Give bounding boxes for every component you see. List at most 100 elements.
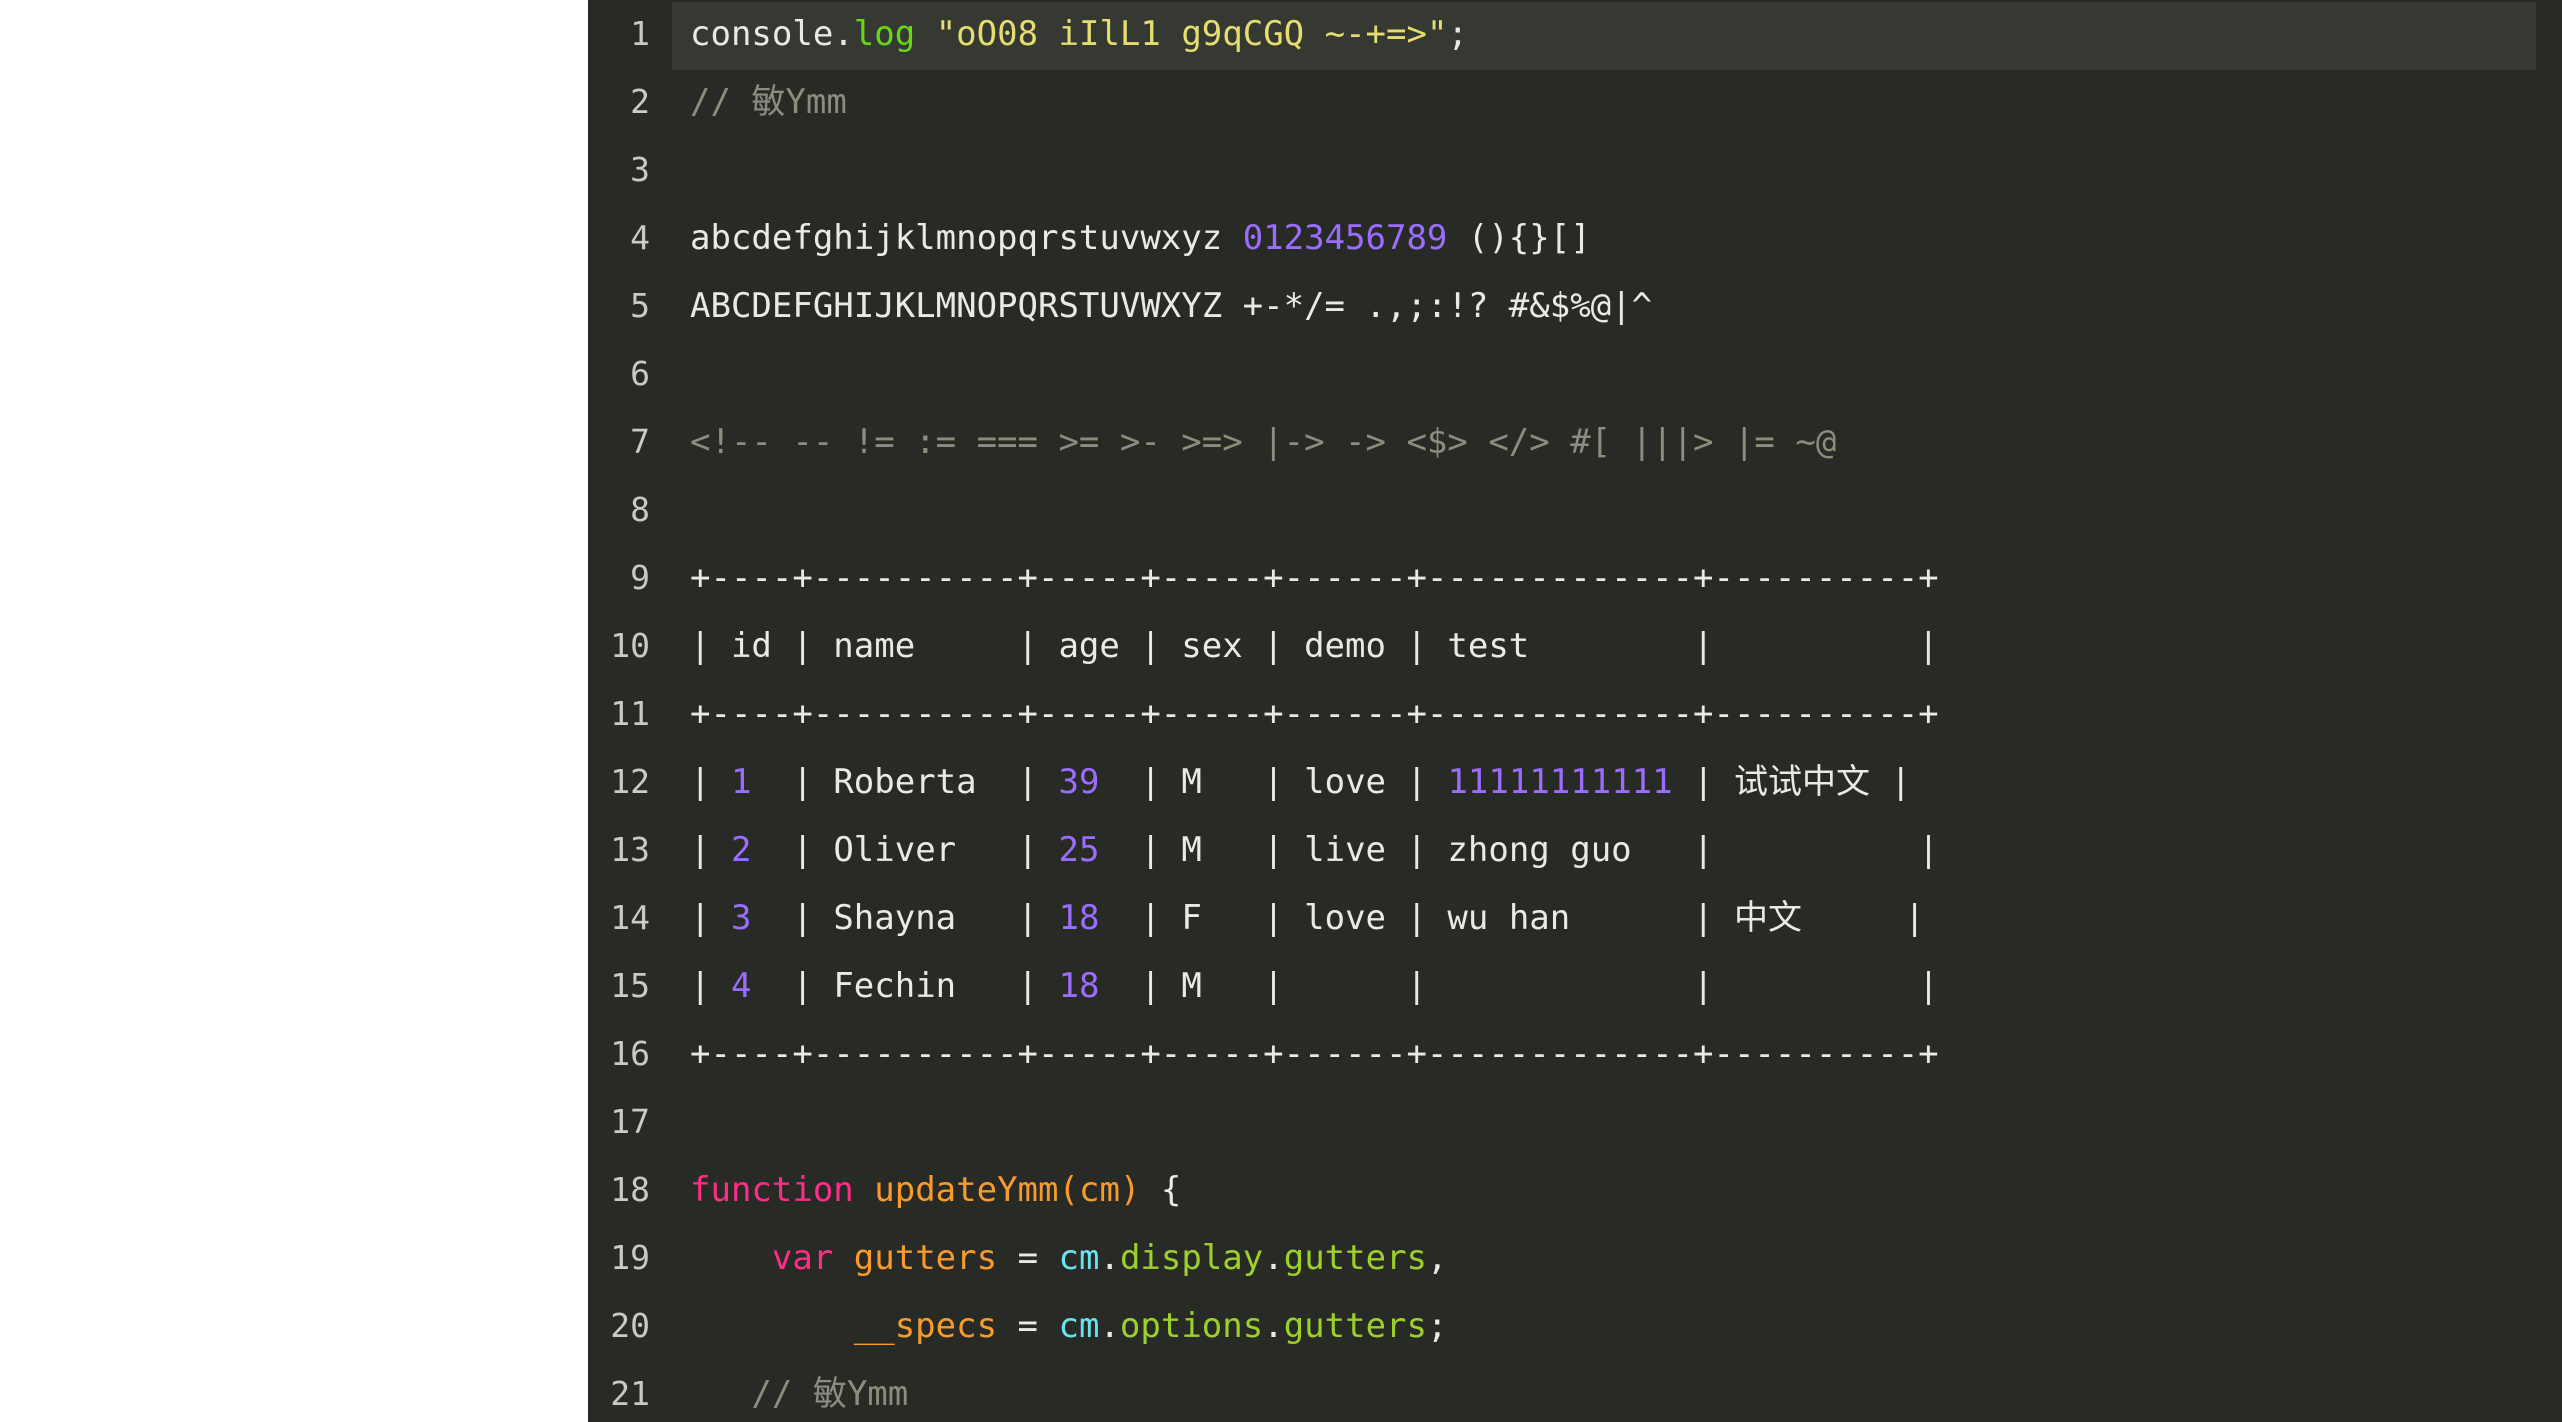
line-number[interactable]: 19	[588, 1224, 650, 1292]
code-line[interactable]: 19 var gutters = cm.display.gutters,	[588, 1224, 2562, 1292]
code-token: display	[1119, 1238, 1264, 1278]
code-token: gutters	[1283, 1238, 1428, 1278]
code-line[interactable]: 5 ABCDEFGHIJKLMNOPQRSTUVWXYZ +-*/= .,;:!?…	[588, 272, 2562, 340]
code-token: | M | | | |	[1099, 966, 1939, 1006]
code-token: 敏	[751, 82, 786, 122]
code-line[interactable]: 4 abcdefghijklmnopqrstuvwxyz 0123456789 (…	[588, 204, 2562, 272]
code-token: .	[1263, 1306, 1284, 1346]
code-line-content[interactable]: | 1 | Roberta | 39 | M | love | 11111111…	[690, 748, 1911, 816]
line-number[interactable]: 17	[588, 1088, 650, 1156]
line-number[interactable]: 3	[588, 136, 650, 204]
code-line[interactable]: 17	[588, 1088, 2562, 1156]
code-line[interactable]: 15 | 4 | Fechin | 18 | M | | | |	[588, 952, 2562, 1020]
code-line-content[interactable]: +----+----------+-----+-----+------+----…	[690, 680, 1939, 748]
code-line-content[interactable]: ABCDEFGHIJKLMNOPQRSTUVWXYZ +-*/= .,;:!? …	[690, 272, 1652, 340]
line-number[interactable]: 15	[588, 952, 650, 1020]
code-line[interactable]: 3	[588, 136, 2562, 204]
code-token: updateYmm	[874, 1170, 1059, 1210]
line-number[interactable]: 2	[588, 68, 650, 136]
code-token: ,	[1427, 1238, 1448, 1278]
code-line[interactable]: 6	[588, 340, 2562, 408]
code-token: var	[771, 1238, 834, 1278]
line-number[interactable]: 11	[588, 680, 650, 748]
code-token: "oO08 iIlL1 g9qCGQ ~-+=>"	[935, 14, 1448, 54]
code-line[interactable]: 7 <!-- -- != := === >= >- >=> |-> -> <$> …	[588, 408, 2562, 476]
code-editor[interactable]: 1 console.log "oO08 iIlL1 g9qCGQ ~-+=>"; 2…	[588, 0, 2562, 1422]
line-number[interactable]: 14	[588, 884, 650, 952]
code-line[interactable]: 10 | id | name | age | sex | demo | test …	[588, 612, 2562, 680]
code-line[interactable]: 16 +----+----------+-----+-----+------+--…	[588, 1020, 2562, 1088]
page-root: 1 console.log "oO08 iIlL1 g9qCGQ ~-+=>"; 2…	[0, 0, 2562, 1422]
code-line[interactable]: 12 | 1 | Roberta | 39 | M | love | 111111…	[588, 748, 2562, 816]
code-line-content[interactable]: var gutters = cm.display.gutters,	[690, 1224, 1448, 1292]
code-token: //	[690, 82, 752, 122]
code-token: | M | love |	[1099, 762, 1448, 802]
line-number[interactable]: 10	[588, 612, 650, 680]
code-token: Ymm	[785, 82, 847, 122]
code-token: 25	[1058, 830, 1100, 870]
line-number[interactable]: 5	[588, 272, 650, 340]
line-number[interactable]: 7	[588, 408, 650, 476]
code-token: cm	[1058, 1238, 1100, 1278]
line-number[interactable]: 13	[588, 816, 650, 884]
code-token: | Oliver |	[751, 830, 1059, 870]
code-token: |	[1802, 898, 1925, 938]
code-token: 2	[730, 830, 752, 870]
line-number[interactable]: 6	[588, 340, 650, 408]
code-token: +----+----------+-----+-----+------+----…	[690, 1034, 1939, 1074]
code-token: +----+----------+-----+-----+------+----…	[690, 558, 1939, 598]
code-token: 18	[1058, 898, 1100, 938]
code-token: 4	[730, 966, 752, 1006]
code-line[interactable]: 11 +----+----------+-----+-----+------+--…	[588, 680, 2562, 748]
code-line-content[interactable]: abcdefghijklmnopqrstuvwxyz 0123456789 ()…	[690, 204, 1591, 272]
code-token: console	[690, 14, 834, 54]
code-token: )	[1119, 1170, 1141, 1210]
code-line[interactable]: 8	[588, 476, 2562, 544]
line-number[interactable]: 21	[588, 1360, 650, 1422]
code-token: |	[1672, 762, 1735, 802]
code-line[interactable]: 1 console.log "oO08 iIlL1 g9qCGQ ~-+=>";	[588, 0, 2562, 70]
code-token: Ymm	[846, 1374, 909, 1414]
code-line-content[interactable]: // 敏Ymm	[690, 68, 847, 136]
code-token: .	[1263, 1238, 1284, 1278]
line-number[interactable]: 18	[588, 1156, 650, 1224]
line-number[interactable]: 12	[588, 748, 650, 816]
line-number[interactable]: 4	[588, 204, 650, 272]
code-line-content[interactable]: // 敏Ymm	[690, 1360, 908, 1422]
code-line[interactable]: 9 +----+----------+-----+-----+------+---…	[588, 544, 2562, 612]
code-line[interactable]: 14 | 3 | Shayna | 18 | F | love | wu han …	[588, 884, 2562, 952]
code-line[interactable]: 2 // 敏Ymm	[588, 68, 2562, 136]
code-line[interactable]: 20 __specs = cm.options.gutters;	[588, 1292, 2562, 1360]
line-number[interactable]: 16	[588, 1020, 650, 1088]
code-token: | M | live | zhong guo | |	[1099, 830, 1939, 870]
code-token: gutters	[853, 1238, 998, 1278]
code-token: (){}[]	[1447, 218, 1591, 258]
line-number[interactable]: 8	[588, 476, 650, 544]
code-token: __specs	[853, 1306, 998, 1346]
code-token: .	[1099, 1238, 1120, 1278]
code-line-content[interactable]: function updateYmm(cm) {	[690, 1156, 1181, 1224]
code-line-content[interactable]: <!-- -- != := === >= >- >=> |-> -> <$> <…	[690, 408, 1836, 476]
code-line-content[interactable]: | 4 | Fechin | 18 | M | | | |	[690, 952, 1939, 1020]
code-token: cm	[1078, 1170, 1120, 1210]
line-number[interactable]: 1	[588, 0, 650, 68]
code-token: ABCDEFGHIJKLMNOPQRSTUVWXYZ +-*/= .,;:!? …	[690, 286, 1653, 326]
code-line-content[interactable]: | 2 | Oliver | 25 | M | live | zhong guo…	[690, 816, 1939, 884]
code-line-content[interactable]: | id | name | age | sex | demo | test | …	[690, 612, 1939, 680]
code-line-content[interactable]: __specs = cm.options.gutters;	[690, 1292, 1448, 1360]
code-token: 敏	[812, 1374, 847, 1414]
code-line-content[interactable]: +----+----------+-----+-----+------+----…	[690, 544, 1939, 612]
code-token: |	[690, 762, 731, 802]
code-line[interactable]: 21 // 敏Ymm	[588, 1360, 2562, 1422]
code-line[interactable]: 18 function updateYmm(cm) {	[588, 1156, 2562, 1224]
editor-lines[interactable]: 1 console.log "oO08 iIlL1 g9qCGQ ~-+=>"; 2…	[588, 0, 2562, 1422]
code-line[interactable]: 13 | 2 | Oliver | 25 | M | live | zhong g…	[588, 816, 2562, 884]
code-line-content[interactable]: +----+----------+-----+-----+------+----…	[690, 1020, 1939, 1088]
code-line-content[interactable]: | 3 | Shayna | 18 | F | love | wu han | …	[690, 884, 1925, 952]
line-number[interactable]: 9	[588, 544, 650, 612]
code-line-content[interactable]: console.log "oO08 iIlL1 g9qCGQ ~-+=>";	[690, 0, 1468, 68]
line-number[interactable]: 20	[588, 1292, 650, 1360]
code-token: 39	[1058, 762, 1100, 802]
